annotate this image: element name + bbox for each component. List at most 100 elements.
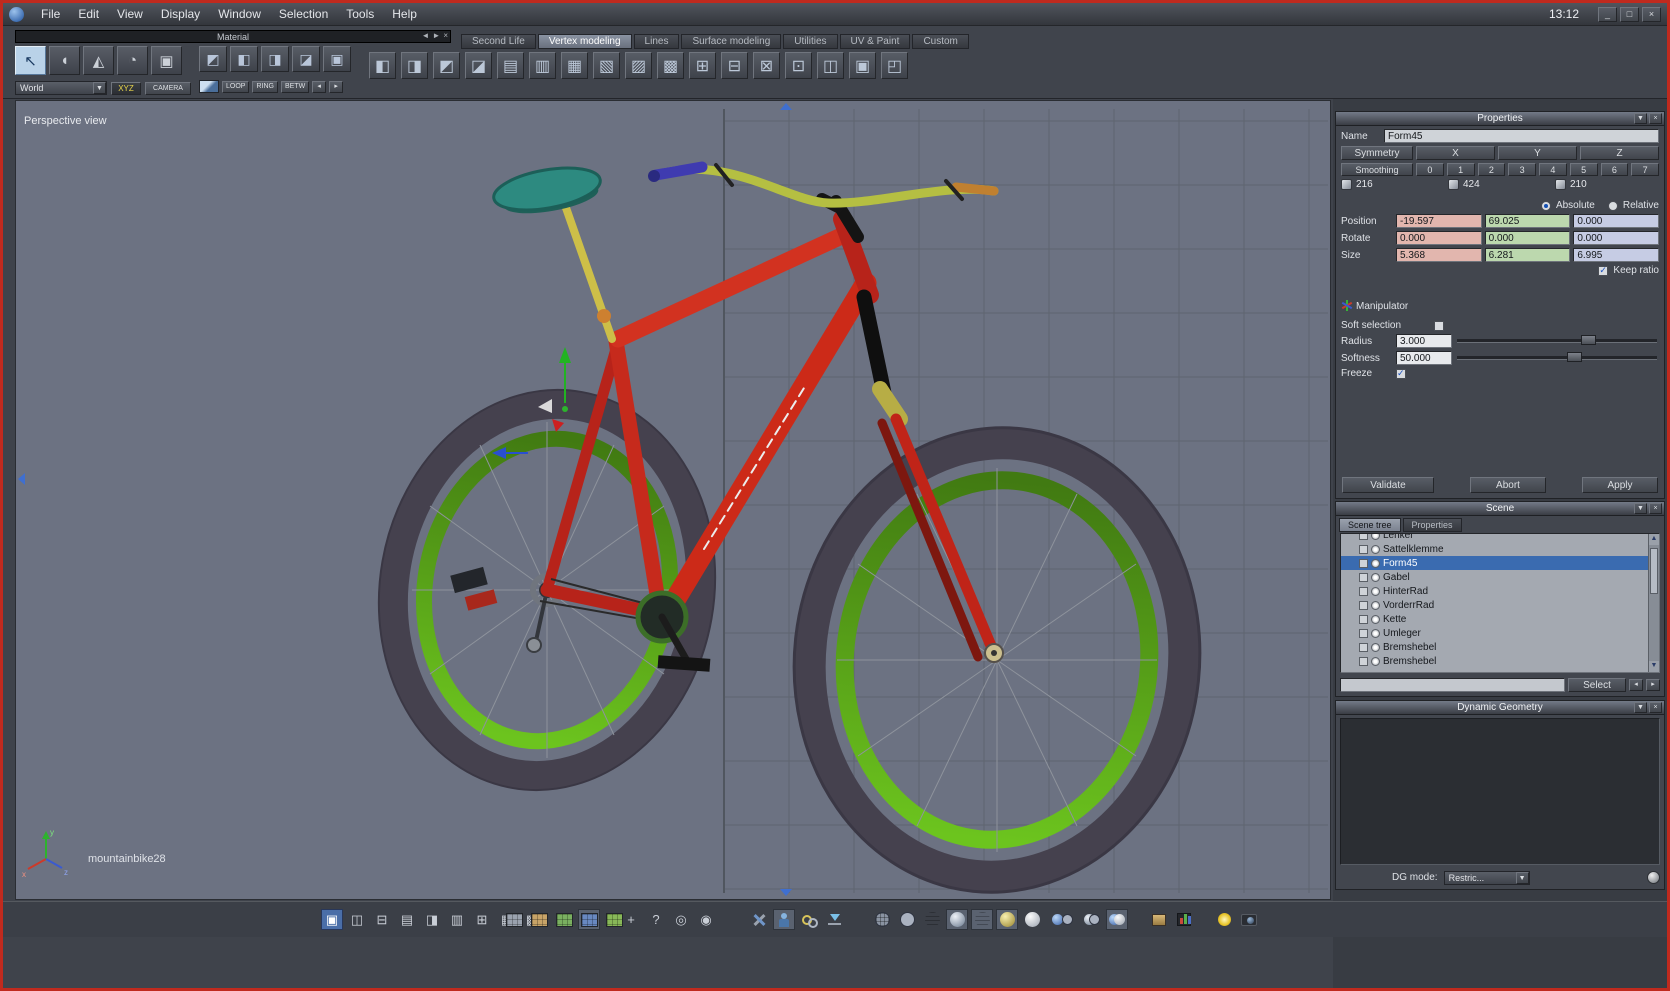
axis-z-button[interactable]: Z bbox=[1580, 146, 1659, 160]
scene-search-input[interactable] bbox=[1340, 678, 1565, 692]
smoothing-1-button[interactable]: 1 bbox=[1446, 163, 1475, 176]
menu-display[interactable]: Display bbox=[152, 5, 209, 23]
dg-mode-dropdown-arrow-icon[interactable]: ▼ bbox=[1515, 871, 1529, 884]
scene-scrollbar[interactable]: ▲ ▼ bbox=[1648, 534, 1659, 672]
crossed-tools-icon[interactable] bbox=[748, 909, 770, 930]
ribbon-tool-icon-15[interactable]: ◫ bbox=[817, 52, 844, 79]
scene-item-umleger[interactable]: Umleger bbox=[1341, 626, 1659, 640]
scene-item-gabel[interactable]: Gabel bbox=[1341, 570, 1659, 584]
visibility-icon[interactable] bbox=[1371, 614, 1380, 624]
ribbon-tool-icon-2[interactable]: ◨ bbox=[401, 52, 428, 79]
ribbon-tool-icon-11[interactable]: ⊞ bbox=[689, 52, 716, 79]
axis-x-button[interactable]: X bbox=[1416, 146, 1495, 160]
scene-item-hinterrad[interactable]: HinterRad bbox=[1341, 584, 1659, 598]
bike-model[interactable] bbox=[349, 161, 1222, 900]
smoothing-4-button[interactable]: 4 bbox=[1539, 163, 1567, 176]
show-hide-icon[interactable]: ◉ bbox=[695, 909, 717, 930]
dg-collapse-icon[interactable]: ▼ bbox=[1634, 702, 1647, 713]
menu-view[interactable]: View bbox=[108, 5, 152, 23]
ribbon-tool-icon-7[interactable]: ▦ bbox=[561, 52, 588, 79]
visibility-icon[interactable] bbox=[1371, 656, 1380, 666]
visibility-icon[interactable] bbox=[1371, 558, 1380, 568]
lock-icon[interactable] bbox=[1359, 544, 1368, 554]
camera-button[interactable]: CAMERA bbox=[145, 81, 191, 95]
grow-select-icon[interactable]: ◂ bbox=[312, 80, 327, 93]
tab-lines[interactable]: Lines bbox=[633, 34, 680, 49]
ribbon-tool-icon-6[interactable]: ▥ bbox=[529, 52, 556, 79]
ribbon-tool-icon-13[interactable]: ⊠ bbox=[753, 52, 780, 79]
ribbon-tool-icon-16[interactable]: ▣ bbox=[849, 52, 876, 79]
ribbon-tool-icon-10[interactable]: ▩ bbox=[657, 52, 684, 79]
tab-uv-paint[interactable]: UV & Paint bbox=[839, 34, 911, 49]
ribbon-tool-icon-8[interactable]: ▧ bbox=[593, 52, 620, 79]
highlight-pair-icon[interactable] bbox=[1106, 909, 1128, 930]
select-button[interactable]: Select bbox=[1568, 678, 1626, 692]
tab-utilities[interactable]: Utilities bbox=[783, 34, 838, 49]
dg-close-icon[interactable]: × bbox=[1649, 702, 1662, 713]
lock-icon[interactable] bbox=[1359, 558, 1368, 568]
scene-prev-icon[interactable]: ◂ bbox=[1629, 679, 1643, 691]
apply-button[interactable]: Apply bbox=[1582, 477, 1658, 493]
smoothing-7-button[interactable]: 7 bbox=[1631, 163, 1659, 176]
object-select-icon[interactable]: ◪ bbox=[292, 46, 320, 72]
menu-help[interactable]: Help bbox=[383, 5, 426, 23]
viewport-split-bottom-handle[interactable] bbox=[780, 889, 792, 896]
scene-scrollbar-thumb[interactable] bbox=[1650, 548, 1658, 594]
ribbon-tool-icon-9[interactable]: ▨ bbox=[625, 52, 652, 79]
maximize-button[interactable]: □ bbox=[1620, 6, 1639, 22]
shade-texturedwire-icon[interactable] bbox=[1021, 909, 1043, 930]
radius-slider-thumb[interactable] bbox=[1581, 335, 1596, 345]
shade-smoothwire-icon[interactable] bbox=[971, 909, 993, 930]
pan-icon[interactable]: + bbox=[620, 909, 642, 930]
lock-icon[interactable] bbox=[1359, 586, 1368, 596]
scale-tool-icon[interactable]: ◭ bbox=[83, 46, 114, 75]
ring-button[interactable]: RING bbox=[252, 80, 278, 93]
face-select-icon[interactable]: ◨ bbox=[261, 46, 289, 72]
ribbon-tool-icon-5[interactable]: ▤ bbox=[497, 52, 524, 79]
palette-icon[interactable] bbox=[528, 909, 550, 930]
edge-select-icon[interactable]: ◧ bbox=[230, 46, 258, 72]
rotate-tool-icon[interactable]: ◖ bbox=[49, 46, 80, 75]
lock-icon[interactable] bbox=[1359, 642, 1368, 652]
viewport-split-left-handle[interactable] bbox=[18, 473, 25, 485]
material-prev-icon[interactable]: ◄ bbox=[421, 31, 429, 40]
lock-icon[interactable] bbox=[1359, 600, 1368, 610]
symmetry-button[interactable]: Symmetry bbox=[1341, 146, 1413, 160]
vertex-select-icon[interactable]: ◩ bbox=[199, 46, 227, 72]
viewport-split-top-handle[interactable] bbox=[780, 103, 792, 110]
scene-close-icon[interactable]: × bbox=[1649, 503, 1662, 514]
menu-selection[interactable]: Selection bbox=[270, 5, 337, 23]
menu-file[interactable]: File bbox=[32, 5, 69, 23]
keys-icon[interactable] bbox=[798, 909, 820, 930]
select-arrow-icon[interactable]: ↖ bbox=[15, 46, 46, 75]
visibility-icon[interactable] bbox=[1371, 544, 1380, 554]
shade-hiddenline-icon[interactable] bbox=[896, 909, 918, 930]
scene-item-bremshebel-1[interactable]: Bremshebel bbox=[1341, 640, 1659, 654]
size-y-field[interactable] bbox=[1484, 248, 1571, 262]
shrink-select-icon[interactable]: ▸ bbox=[329, 80, 344, 93]
smoothing-3-button[interactable]: 3 bbox=[1508, 163, 1536, 176]
scene-item-kette[interactable]: Kette bbox=[1341, 612, 1659, 626]
layout-3rows-icon[interactable]: ▤ bbox=[396, 909, 418, 930]
menu-window[interactable]: Window bbox=[209, 5, 270, 23]
minimize-button[interactable]: _ bbox=[1598, 6, 1617, 22]
scene-tree-tab[interactable]: Scene tree bbox=[1339, 518, 1401, 532]
scene-item-lenker[interactable]: Lenker bbox=[1341, 534, 1659, 542]
name-field[interactable] bbox=[1384, 129, 1659, 143]
rotate-y-field[interactable] bbox=[1484, 231, 1571, 245]
paint-select-icon[interactable] bbox=[199, 80, 219, 93]
smoothing-0-button[interactable]: 0 bbox=[1416, 163, 1444, 176]
all-select-icon[interactable]: ▣ bbox=[323, 46, 351, 72]
properties-collapse-icon[interactable]: ▼ bbox=[1634, 113, 1647, 124]
perspective-viewport[interactable]: y x z Perspective view mountainbike28 bbox=[15, 100, 1331, 900]
size-z-field[interactable] bbox=[1573, 248, 1660, 262]
lock-icon[interactable] bbox=[1359, 572, 1368, 582]
validate-button[interactable]: Validate bbox=[1342, 477, 1434, 493]
lock-icon[interactable] bbox=[1359, 656, 1368, 666]
viewport-canvas[interactable]: y x z bbox=[16, 101, 1331, 900]
scene-tree-list[interactable]: Lenker Sattelklemme Form45 Gabel HinterR… bbox=[1340, 533, 1660, 673]
layout-quad-icon[interactable]: ⊞ bbox=[471, 909, 493, 930]
visibility-icon[interactable] bbox=[1371, 600, 1380, 610]
xyz-button[interactable]: XYZ bbox=[111, 81, 141, 95]
material-grid-icon[interactable] bbox=[503, 909, 525, 930]
